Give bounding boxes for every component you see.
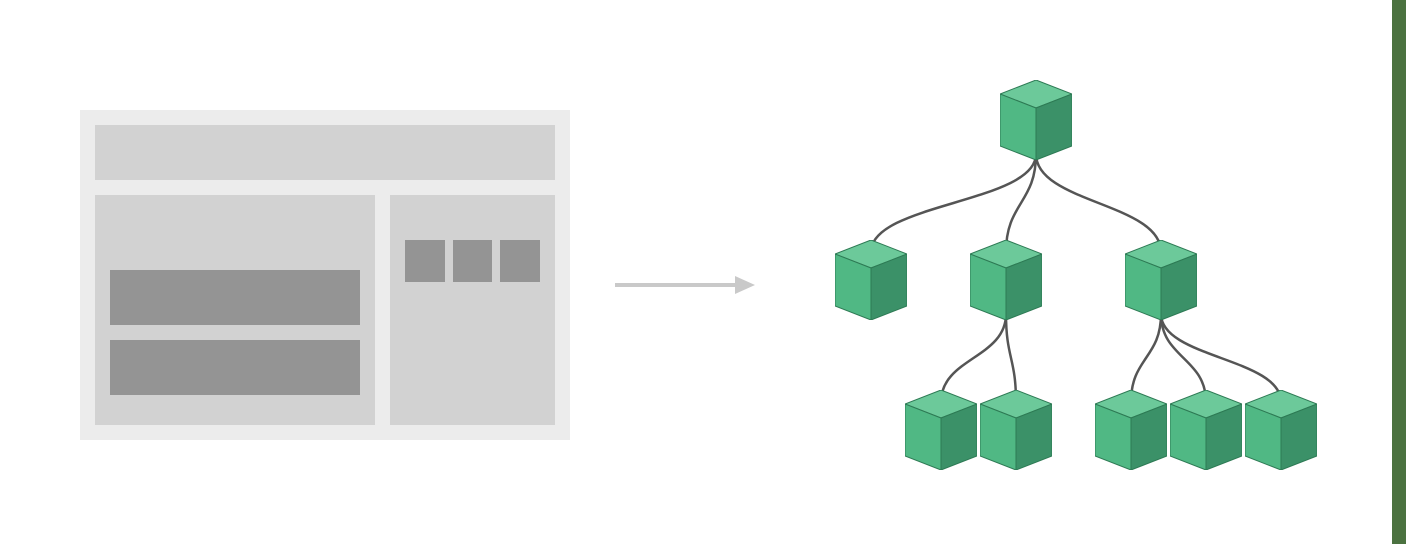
tree-node-cube xyxy=(835,240,907,320)
tree-node-cube xyxy=(1125,240,1197,320)
wireframe-content-block xyxy=(110,340,360,395)
wireframe-main-panel xyxy=(95,195,375,425)
wireframe-thumb xyxy=(453,240,493,282)
layout-wireframe xyxy=(80,110,570,440)
tree-node-cube xyxy=(1245,390,1317,470)
component-tree xyxy=(800,70,1340,490)
tree-node-cube xyxy=(905,390,977,470)
transforms-into-arrow-icon xyxy=(610,270,760,300)
tree-edge xyxy=(1036,154,1161,252)
tree-edge xyxy=(871,154,1036,252)
tree-edge xyxy=(1131,314,1161,402)
tree-edge xyxy=(941,314,1006,402)
tree-node-cube xyxy=(1170,390,1242,470)
wireframe-thumb xyxy=(405,240,445,282)
tree-edge xyxy=(1161,314,1206,402)
wireframe-thumb xyxy=(500,240,540,282)
tree-node-cube xyxy=(980,390,1052,470)
wireframe-header-panel xyxy=(95,125,555,180)
diagram-canvas xyxy=(0,0,1406,544)
tree-node-cube xyxy=(970,240,1042,320)
wireframe-content-block xyxy=(110,270,360,325)
tree-node-cube xyxy=(1095,390,1167,470)
wireframe-sidebar-panel xyxy=(390,195,555,425)
tree-edge xyxy=(1161,314,1281,402)
wireframe-thumb-row xyxy=(405,240,540,282)
slide-accent-bar xyxy=(1392,0,1406,544)
tree-node-cube xyxy=(1000,80,1072,160)
tree-edge xyxy=(1006,314,1016,402)
